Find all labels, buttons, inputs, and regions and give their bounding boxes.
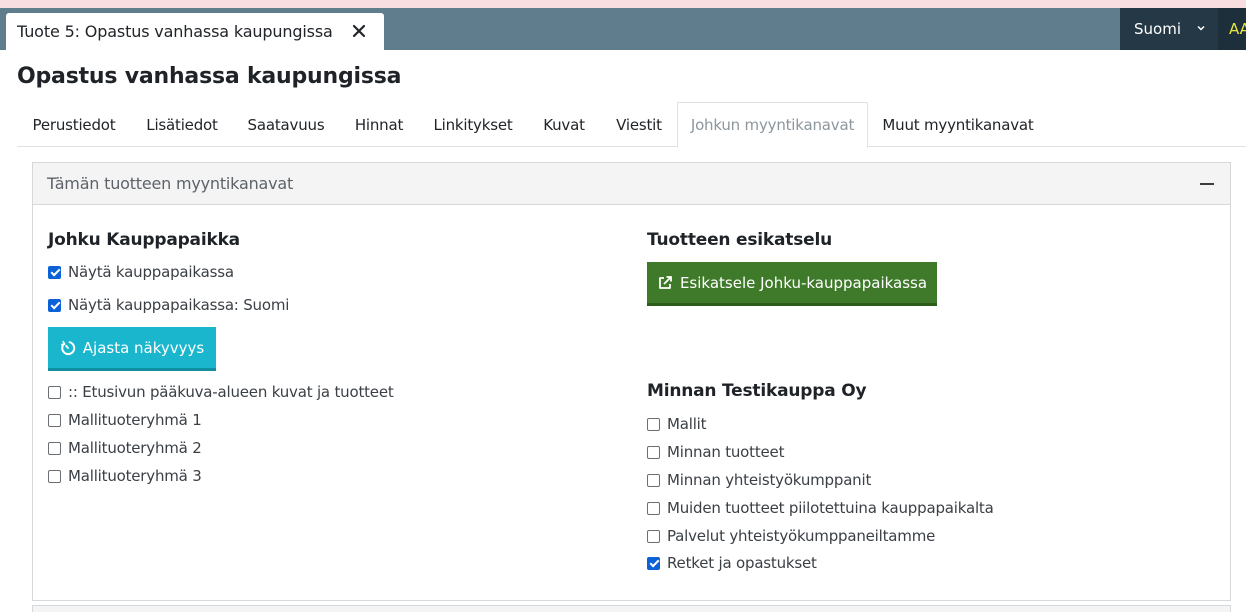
preview-title: Tuotteen esikatselu	[647, 230, 833, 250]
timer-icon	[60, 340, 75, 355]
tab-kuvat[interactable]: Kuvat	[527, 102, 601, 147]
tab-perustiedot[interactable]: Perustiedot	[17, 102, 131, 147]
panel-title: Tämän tuotteen myyntikanavat	[47, 174, 294, 193]
shop-checkbox-mallit[interactable]: Mallit	[647, 414, 707, 434]
checkbox-label: Retket ja opastukset	[667, 554, 817, 572]
shop-checkbox-palvelut[interactable]: Palvelut yhteistyökumppaneiltamme	[647, 526, 935, 546]
shop-title: Minnan Testikauppa Oy	[647, 381, 867, 401]
checkbox-label: Muiden tuotteet piilotettuina kauppapaik…	[667, 499, 994, 517]
tab-lisatiedot[interactable]: Lisätiedot	[131, 102, 233, 147]
shop-checkbox-muiden-tuotteet[interactable]: Muiden tuotteet piilotettuina kauppapaik…	[647, 498, 994, 518]
tab-linkitykset[interactable]: Linkitykset	[419, 102, 527, 147]
tab-saatavuus[interactable]: Saatavuus	[233, 102, 339, 147]
checkbox-label: Mallituoteryhmä 1	[68, 411, 202, 429]
checkbox[interactable]	[48, 265, 61, 279]
category-checkbox-etusivu[interactable]: :: Etusivun pääkuva-alueen kuvat ja tuot…	[48, 382, 394, 402]
checkbox-label: Minnan tuotteet	[667, 443, 785, 461]
category-checkbox-mallituoteryhma-2[interactable]: Mallituoteryhmä 2	[48, 438, 202, 458]
checkbox[interactable]	[48, 441, 61, 455]
external-link-icon	[659, 275, 672, 289]
preview-marketplace-button[interactable]: Esikatsele Johku-kauppapaikassa	[647, 262, 937, 306]
checkbox-label: Mallituoteryhmä 2	[68, 439, 202, 457]
panel-header[interactable]: Tämän tuotteen myyntikanavat	[33, 163, 1230, 205]
checkbox[interactable]	[647, 556, 660, 570]
checkbox[interactable]	[48, 469, 61, 483]
checkbox[interactable]	[647, 445, 660, 459]
show-in-marketplace-suomi-checkbox[interactable]: Näytä kauppapaikassa: Suomi	[48, 295, 289, 315]
checkbox[interactable]	[647, 473, 660, 487]
tab-viestit[interactable]: Viestit	[601, 102, 677, 147]
preview-button-label: Esikatsele Johku-kauppapaikassa	[679, 273, 928, 292]
tab-johkun-myyntikanavat[interactable]: Johkun myyntikanavat	[677, 102, 868, 148]
checkbox[interactable]	[647, 529, 660, 543]
shop-checkbox-minnan-tuotteet[interactable]: Minnan tuotteet	[647, 442, 784, 462]
checkbox[interactable]	[48, 298, 61, 312]
checkbox-label: Minnan yhteistyökumppanit	[667, 471, 872, 489]
document-tab-title: Tuote 5: Opastus vanhassa kaupungissa	[17, 22, 333, 41]
shop-checkbox-minnan-yhteistyokumppanit[interactable]: Minnan yhteistyökumppanit	[647, 470, 871, 490]
checkbox[interactable]	[647, 501, 660, 515]
category-checkbox-mallituoteryhma-3[interactable]: Mallituoteryhmä 3	[48, 466, 202, 486]
chevron-down-icon[interactable]	[1196, 23, 1206, 33]
checkbox[interactable]	[48, 413, 61, 427]
close-icon[interactable]	[351, 23, 367, 39]
document-tab[interactable]: Tuote 5: Opastus vanhassa kaupungissa	[6, 13, 384, 50]
tab-muut-myyntikanavat[interactable]: Muut myyntikanavat	[868, 102, 1048, 147]
checkbox-label: Palvelut yhteistyökumppaneiltamme	[667, 527, 936, 545]
user-menu[interactable]: AA	[1218, 8, 1246, 50]
checkbox[interactable]	[48, 385, 61, 399]
sales-channels-panel: Tämän tuotteen myyntikanavat Johku Kaupp…	[32, 162, 1231, 601]
checkbox-label: Mallituoteryhmä 3	[68, 467, 202, 485]
page-title: Opastus vanhassa kaupungissa	[17, 64, 402, 89]
show-in-marketplace-checkbox[interactable]: Näytä kauppapaikassa	[48, 262, 234, 282]
shop-checkbox-retket-ja-opastukset[interactable]: Retket ja opastukset	[647, 553, 817, 573]
next-panel-header[interactable]	[32, 605, 1231, 612]
schedule-visibility-button[interactable]: Ajasta näkyvyys	[48, 327, 216, 371]
product-tabs: Perustiedot Lisätiedot Saatavuus Hinnat …	[17, 102, 1246, 148]
checkbox[interactable]	[647, 417, 660, 431]
category-checkbox-mallituoteryhma-1[interactable]: Mallituoteryhmä 1	[48, 410, 202, 430]
schedule-visibility-label: Ajasta näkyvyys	[82, 338, 205, 357]
checkbox-label: :: Etusivun pääkuva-alueen kuvat ja tuot…	[68, 383, 394, 401]
user-initials: AA	[1229, 20, 1246, 38]
top-accent-strip	[0, 0, 1246, 8]
checkbox-label: Mallit	[667, 415, 707, 433]
marketplace-title: Johku Kauppapaikka	[48, 230, 240, 250]
checkbox-label: Näytä kauppapaikassa: Suomi	[68, 296, 290, 314]
language-label: Suomi	[1134, 20, 1181, 38]
checkbox-label: Näytä kauppapaikassa	[68, 263, 234, 281]
tab-hinnat[interactable]: Hinnat	[339, 102, 419, 147]
minus-icon[interactable]	[1198, 175, 1216, 193]
